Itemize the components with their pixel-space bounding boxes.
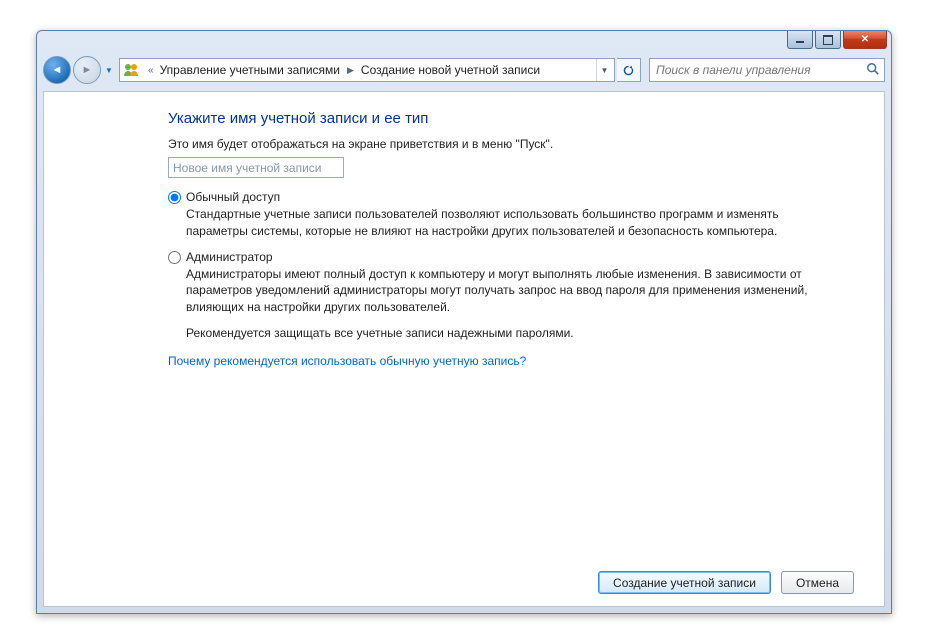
address-bar[interactable]: « Управление учетными записями ▶ Создани… [119, 58, 615, 82]
password-recommendation: Рекомендуется защищать все учетные запис… [186, 326, 826, 340]
history-dropdown[interactable]: ▼ [103, 61, 115, 79]
breadcrumb-item-2[interactable]: Создание новой учетной записи [357, 63, 544, 77]
back-button[interactable] [43, 56, 71, 84]
refresh-icon [622, 64, 635, 77]
create-account-button[interactable]: Создание учетной записи [598, 571, 771, 594]
content-area: Укажите имя учетной записи и ее тип Это … [43, 91, 885, 607]
navbar: ▼ « Управление учетными записями ▶ Созда… [43, 53, 885, 87]
refresh-button[interactable] [617, 58, 641, 82]
radio-standard[interactable]: Обычный доступ Стандартные учетные запис… [168, 190, 854, 240]
breadcrumb-root-chevron[interactable]: « [144, 65, 156, 76]
maximize-button[interactable] [815, 31, 841, 49]
close-button[interactable] [843, 31, 887, 49]
cancel-button[interactable]: Отмена [781, 571, 854, 594]
users-icon [122, 61, 140, 79]
radio-admin-input[interactable] [168, 251, 181, 264]
chevron-right-icon[interactable]: ▶ [344, 65, 357, 76]
minimize-button[interactable] [787, 31, 813, 49]
titlebar-buttons [787, 31, 887, 49]
search-bar[interactable] [649, 58, 885, 82]
breadcrumb-item-1[interactable]: Управление учетными записями [156, 63, 344, 77]
button-row: Создание учетной записи Отмена [44, 561, 884, 606]
why-standard-link[interactable]: Почему рекомендуется использовать обычну… [168, 354, 526, 368]
search-icon[interactable] [866, 62, 880, 79]
page-subtitle: Это имя будет отображаться на экране при… [168, 137, 854, 151]
page-title: Укажите имя учетной записи и ее тип [168, 110, 854, 127]
content-scroll: Укажите имя учетной записи и ее тип Это … [44, 92, 884, 561]
radio-admin-label: Администратор [186, 250, 826, 264]
search-input[interactable] [654, 62, 866, 78]
create-account-window: ▼ « Управление учетными записями ▶ Созда… [36, 30, 892, 614]
account-name-input[interactable] [168, 157, 344, 178]
address-dropdown[interactable]: ▼ [596, 59, 612, 81]
radio-admin[interactable]: Администратор Администраторы имеют полны… [168, 250, 854, 316]
radio-standard-label: Обычный доступ [186, 190, 826, 204]
forward-button[interactable] [73, 56, 101, 84]
radio-admin-desc: Администраторы имеют полный доступ к ком… [186, 266, 826, 316]
radio-standard-input[interactable] [168, 191, 181, 204]
radio-standard-desc: Стандартные учетные записи пользователей… [186, 206, 826, 240]
